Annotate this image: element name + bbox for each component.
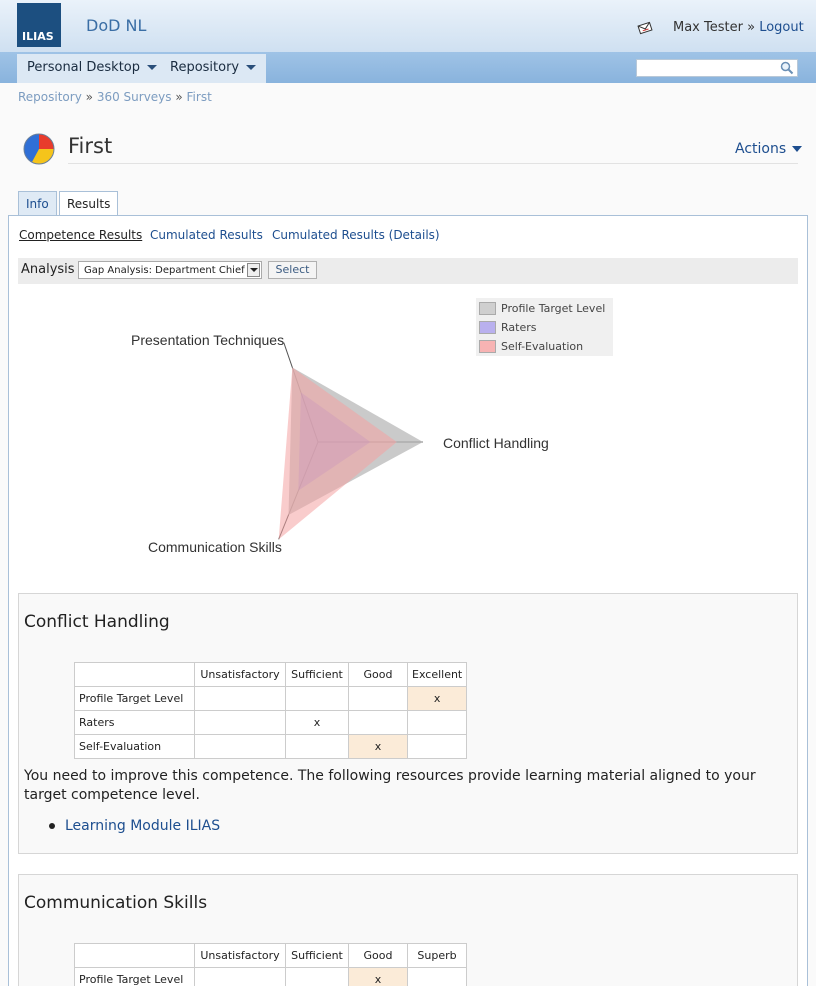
legend-swatch-self — [479, 340, 496, 353]
ilias-logo[interactable]: ILIAS — [17, 3, 61, 47]
table-cell — [285, 967, 349, 986]
subtab-competence-results[interactable]: Competence Results — [19, 228, 142, 242]
column-header: Excellent — [406, 662, 468, 687]
competence-title: Conflict Handling — [24, 612, 170, 632]
analysis-select[interactable]: Gap Analysis: Department Chief — [78, 261, 262, 279]
axis-label-communication-skills: Communication Skills — [148, 539, 282, 555]
table-cell — [194, 710, 286, 735]
table-corner — [74, 662, 195, 687]
axis-label-presentation-techniques: Presentation Techniques — [131, 332, 285, 348]
competence-level-table: Unsatisfactory Sufficient Good Superb Pr… — [74, 943, 467, 986]
table-cell — [194, 967, 286, 986]
table-cell — [285, 734, 349, 759]
row-label: Self-Evaluation — [74, 734, 195, 759]
logout-link[interactable]: Logout — [759, 20, 804, 35]
column-header: Unsatisfactory — [194, 943, 286, 968]
table-cell — [194, 686, 286, 711]
competence-level-table: Unsatisfactory Sufficient Good Excellent… — [74, 662, 468, 759]
tab-info[interactable]: Info — [18, 191, 57, 216]
title-divider — [68, 163, 798, 164]
legend-label: Profile Target Level — [501, 302, 606, 315]
table-cell — [406, 734, 468, 759]
analysis-toolbar: Analysis Gap Analysis: Department Chief … — [18, 258, 798, 284]
table-cell — [348, 710, 408, 735]
mail-icon[interactable] — [637, 21, 653, 39]
breadcrumb-sep: » — [175, 90, 183, 104]
breadcrumb-360-surveys[interactable]: 360 Surveys — [97, 90, 172, 104]
user-separator: » — [747, 20, 756, 35]
table-cell — [407, 967, 467, 986]
nav-repository-label: Repository — [170, 60, 240, 75]
user-info: Max Tester » Logout — [673, 20, 804, 35]
level-mark: x — [406, 686, 468, 711]
analysis-label: Analysis — [21, 262, 75, 277]
level-mark: x — [285, 710, 349, 735]
chevron-down-icon — [246, 65, 257, 70]
row-label: Raters — [74, 710, 195, 735]
nav-personal-desktop-label: Personal Desktop — [27, 60, 141, 75]
column-header: Sufficient — [285, 943, 349, 968]
main-nav: Personal Desktop Repository — [0, 52, 816, 83]
search-icon[interactable] — [780, 61, 794, 79]
chart-legend: Profile Target Level Raters Self-Evaluat… — [476, 298, 613, 356]
legend-label: Raters — [501, 321, 537, 334]
axis-label-conflict-handling: Conflict Handling — [443, 435, 549, 451]
legend-swatch-raters — [479, 321, 496, 334]
column-header: Good — [348, 662, 408, 687]
table-cell — [348, 686, 408, 711]
tab-results[interactable]: Results — [59, 191, 119, 217]
breadcrumb: Repository » 360 Surveys » First — [18, 90, 212, 104]
table-row: Profile Target Level x — [74, 686, 468, 711]
radar-chart — [278, 342, 423, 540]
chevron-down-icon — [147, 65, 158, 70]
resource-link-learning-module[interactable]: Learning Module ILIAS — [65, 818, 220, 834]
user-name: Max Tester — [673, 20, 743, 35]
subtab-cumulated-results-details[interactable]: Cumulated Results (Details) — [272, 228, 440, 242]
legend-swatch-target — [479, 302, 496, 315]
breadcrumb-repository[interactable]: Repository — [18, 90, 82, 104]
table-cell — [285, 686, 349, 711]
table-row: Raters x — [74, 710, 468, 735]
actions-menu[interactable]: Actions — [735, 141, 803, 157]
competence-title: Communication Skills — [24, 893, 208, 913]
resource-list: Learning Module ILIAS — [49, 818, 220, 834]
nav-personal-desktop[interactable]: Personal Desktop — [17, 54, 168, 83]
level-mark: x — [348, 967, 408, 986]
page-title: First — [68, 134, 113, 158]
survey-icon — [22, 132, 56, 170]
installation-title: DoD NL — [86, 16, 147, 35]
column-header: Sufficient — [285, 662, 349, 687]
header-bar: ILIAS DoD NL Max Tester » Logout — [0, 0, 816, 52]
chevron-down-icon — [792, 146, 803, 152]
bullet-icon — [49, 823, 55, 829]
column-header: Good — [348, 943, 408, 968]
table-row: Self-Evaluation x — [74, 734, 468, 759]
competence-panel-communication-skills: Communication Skills Unsatisfactory Suff… — [18, 874, 798, 986]
breadcrumb-sep: » — [85, 90, 93, 104]
search-input[interactable] — [636, 59, 798, 77]
select-arrow-icon — [247, 263, 260, 277]
select-button[interactable]: Select — [268, 261, 317, 279]
legend-label: Self-Evaluation — [501, 340, 584, 353]
subtab-cumulated-results[interactable]: Cumulated Results — [150, 228, 263, 242]
column-header: Superb — [407, 943, 467, 968]
improvement-message: You need to improve this competence. The… — [24, 768, 756, 803]
table-corner — [74, 943, 195, 968]
analysis-select-value: Gap Analysis: Department Chief — [84, 265, 245, 276]
column-header: Unsatisfactory — [194, 662, 286, 687]
level-mark: x — [348, 734, 408, 759]
nav-repository[interactable]: Repository — [160, 54, 267, 83]
row-label: Profile Target Level — [74, 967, 195, 986]
table-row: Profile Target Level x — [74, 967, 467, 986]
competence-panel-conflict-handling: Conflict Handling Unsatisfactory Suffici… — [18, 593, 798, 854]
table-header-row: Unsatisfactory Sufficient Good Superb — [74, 943, 467, 968]
table-cell — [406, 710, 468, 735]
radar-series-self-evaluation — [278, 367, 397, 540]
table-cell — [194, 734, 286, 759]
table-header-row: Unsatisfactory Sufficient Good Excellent — [74, 662, 468, 687]
logo-text: ILIAS — [22, 30, 54, 43]
breadcrumb-first[interactable]: First — [187, 90, 212, 104]
row-label: Profile Target Level — [74, 686, 195, 711]
actions-label: Actions — [735, 141, 787, 157]
